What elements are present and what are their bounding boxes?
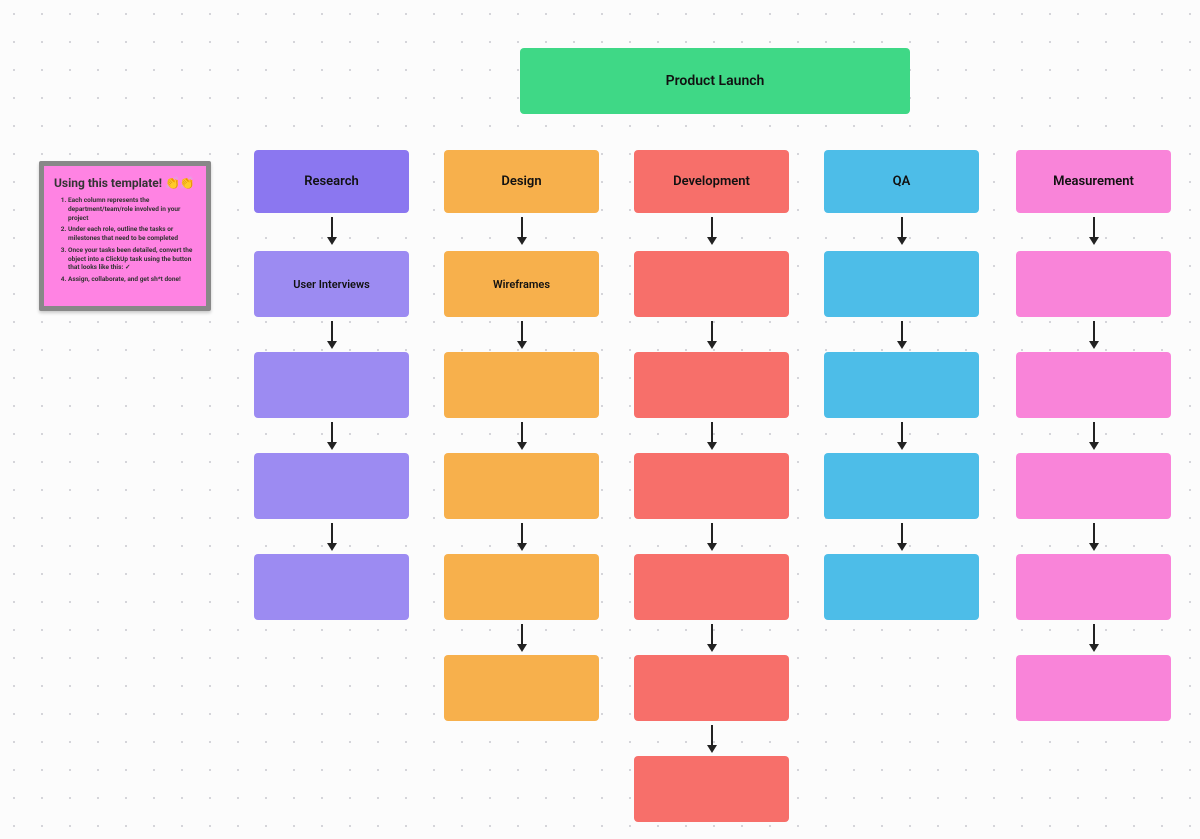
arrow-down-icon (331, 422, 333, 442)
arrow-head-icon (897, 543, 907, 551)
arrow-down-icon (711, 217, 713, 237)
arrow-down-icon (1093, 217, 1095, 237)
arrow-head-icon (1089, 341, 1099, 349)
task-card[interactable] (634, 453, 789, 519)
arrow-head-icon (1089, 237, 1099, 245)
sticky-note[interactable]: Using this template! 👏👏 Each column repre… (39, 161, 211, 311)
task-card[interactable]: Wireframes (444, 251, 599, 317)
arrow-head-icon (517, 237, 527, 245)
arrow-head-icon (517, 341, 527, 349)
arrow-head-icon (897, 341, 907, 349)
column-header-design[interactable]: Design (444, 150, 599, 213)
arrow-down-icon (1093, 624, 1095, 644)
arrow-head-icon (707, 644, 717, 652)
arrow-head-icon (707, 237, 717, 245)
arrow-head-icon (1089, 543, 1099, 551)
arrow-head-icon (707, 341, 717, 349)
sticky-list-item: Assign, collaborate, and get sh*t done! (68, 275, 196, 284)
title-node[interactable]: Product Launch (520, 48, 910, 114)
task-card[interactable] (824, 453, 979, 519)
arrow-down-icon (1093, 523, 1095, 543)
column-header-measurement[interactable]: Measurement (1016, 150, 1171, 213)
arrow-down-icon (711, 321, 713, 341)
sticky-list-item: Once your tasks been detailed, convert t… (68, 246, 196, 272)
arrow-head-icon (1089, 442, 1099, 450)
sticky-list-item: Under each role, outline the tasks or mi… (68, 225, 196, 243)
arrow-head-icon (327, 442, 337, 450)
task-card[interactable] (634, 756, 789, 822)
arrow-head-icon (707, 442, 717, 450)
task-card[interactable] (1016, 352, 1171, 418)
task-card[interactable] (634, 251, 789, 317)
column-header-development[interactable]: Development (634, 150, 789, 213)
arrow-head-icon (327, 543, 337, 551)
arrow-down-icon (521, 624, 523, 644)
task-card[interactable] (444, 655, 599, 721)
arrow-down-icon (901, 321, 903, 341)
column-header-qa[interactable]: QA (824, 150, 979, 213)
arrow-down-icon (901, 217, 903, 237)
arrow-head-icon (707, 543, 717, 551)
arrow-head-icon (517, 644, 527, 652)
arrow-down-icon (331, 523, 333, 543)
arrow-head-icon (517, 543, 527, 551)
arrow-head-icon (327, 341, 337, 349)
task-card[interactable] (1016, 453, 1171, 519)
task-card[interactable] (824, 251, 979, 317)
task-card[interactable] (444, 453, 599, 519)
arrow-down-icon (521, 321, 523, 341)
task-card[interactable] (1016, 251, 1171, 317)
arrow-down-icon (711, 624, 713, 644)
arrow-down-icon (521, 422, 523, 442)
arrow-head-icon (1089, 644, 1099, 652)
arrow-down-icon (331, 321, 333, 341)
arrow-down-icon (711, 725, 713, 745)
arrow-down-icon (901, 422, 903, 442)
column-header-research[interactable]: Research (254, 150, 409, 213)
task-card[interactable] (824, 352, 979, 418)
task-card[interactable] (444, 352, 599, 418)
task-card[interactable] (634, 554, 789, 620)
arrow-down-icon (521, 217, 523, 237)
arrow-down-icon (331, 217, 333, 237)
arrow-down-icon (711, 523, 713, 543)
arrow-head-icon (517, 442, 527, 450)
task-card[interactable] (1016, 554, 1171, 620)
task-card[interactable] (254, 453, 409, 519)
arrow-down-icon (1093, 422, 1095, 442)
arrow-down-icon (1093, 321, 1095, 341)
arrow-head-icon (327, 237, 337, 245)
task-card[interactable] (254, 554, 409, 620)
arrow-head-icon (897, 442, 907, 450)
arrow-head-icon (707, 745, 717, 753)
sticky-list-item: Each column represents the department/te… (68, 196, 196, 222)
task-card[interactable]: User Interviews (254, 251, 409, 317)
task-card[interactable] (634, 655, 789, 721)
task-card[interactable] (824, 554, 979, 620)
task-card[interactable] (444, 554, 599, 620)
task-card[interactable] (254, 352, 409, 418)
arrow-head-icon (897, 237, 907, 245)
task-card[interactable] (634, 352, 789, 418)
task-card[interactable] (1016, 655, 1171, 721)
sticky-title: Using this template! 👏👏 (54, 176, 196, 190)
arrow-down-icon (711, 422, 713, 442)
sticky-list: Each column represents the department/te… (54, 196, 196, 284)
arrow-down-icon (901, 523, 903, 543)
arrow-down-icon (521, 523, 523, 543)
